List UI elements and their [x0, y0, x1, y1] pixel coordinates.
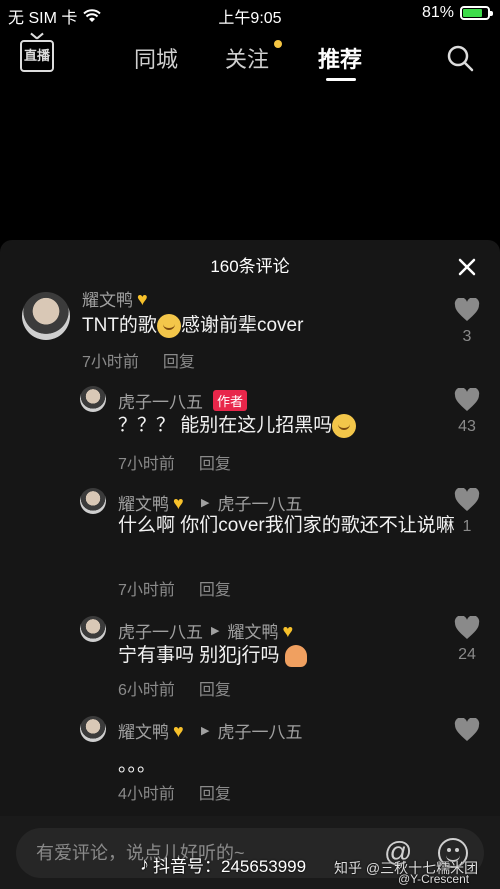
comments-count-title: 160条评论: [210, 257, 290, 276]
comment-time: 7小时前: [118, 456, 175, 473]
comment-time: 4小时前: [118, 786, 175, 803]
reply-arrow-icon: ▶: [201, 497, 210, 509]
comment-time: 6小时前: [118, 682, 175, 699]
comment-text-part: TNT的歌: [82, 315, 157, 336]
avatar[interactable]: [80, 386, 106, 412]
like-count: 3: [462, 328, 472, 345]
comments-header: 160条评论: [0, 240, 500, 294]
douyin-id: 抖音号：245653999: [153, 857, 307, 876]
comment-text-part: 宁有事吗 别犯j行吗: [118, 645, 280, 666]
comment-meta: 6小时前 回复: [118, 676, 231, 700]
comment-username[interactable]: 虎子一八五 作者: [118, 388, 248, 413]
yellow-heart-icon: ♥: [173, 720, 184, 741]
username-text: 耀文鸭: [118, 723, 169, 742]
comment-text: ？？？ 能别在这儿招黑吗: [118, 412, 458, 440]
tab-recommend[interactable]: 推荐: [318, 42, 362, 74]
top-nav: 直播 同城 关注 推荐: [0, 36, 500, 86]
heart-icon: [454, 298, 480, 321]
status-bar: 无 SIM 卡 上午9:05 81%: [0, 0, 500, 28]
comment-text: 什么啊 你们cover我们家的歌还不让说嘛: [118, 515, 455, 536]
flushed-face-icon: [332, 413, 357, 438]
comment-username[interactable]: 虎子一八五 ▶ 耀文鸭 ♥: [118, 618, 302, 643]
avatar[interactable]: [80, 488, 106, 514]
comment-time: 7小时前: [118, 582, 175, 599]
status-right: 81%: [421, 4, 493, 22]
comment-meta: 7小时前 回复: [118, 576, 231, 600]
avatar[interactable]: [80, 716, 106, 742]
live-label: 直播: [23, 48, 50, 63]
comment-text: TNT的歌 感谢前辈cover: [82, 312, 422, 340]
comment-text-part: 感谢前辈cover: [180, 315, 304, 336]
like-button[interactable]: 24: [452, 616, 482, 664]
yellow-heart-icon: ♥: [282, 620, 294, 641]
reply-button[interactable]: 回复: [199, 576, 231, 600]
like-button[interactable]: [452, 718, 482, 742]
comment-username[interactable]: 耀文鸭 ♥: [82, 286, 157, 311]
comments-sheet: 160条评论 耀文鸭 ♥ TNT的歌 感谢前辈cover 7小时前 回复 3 虎…: [0, 240, 500, 889]
username-text: 耀文鸭: [82, 291, 133, 310]
comment-meta: 4小时前 回复: [118, 780, 231, 804]
heart-icon: [454, 388, 480, 411]
douyin-logo-icon: ♪: [140, 854, 149, 874]
like-button[interactable]: 1: [452, 488, 482, 536]
reply-arrow-icon: ▶: [211, 625, 220, 637]
like-count: 43: [458, 418, 476, 435]
weibo-watermark: @Y-Crescent: [398, 872, 470, 886]
heart-icon: [454, 616, 480, 639]
reply-button[interactable]: 回复: [199, 450, 231, 474]
like-button[interactable]: 3: [452, 298, 482, 346]
like-count: 24: [458, 646, 476, 663]
reply-to-username[interactable]: 虎子一八五: [217, 718, 302, 743]
battery-percent: 81%: [421, 4, 454, 21]
comment-text-part: ？？？ 能别在这儿招黑吗: [118, 415, 333, 436]
folded-hands-icon: [284, 644, 307, 667]
comment-username[interactable]: 耀文鸭 ♥ ▶ 虎子一八五: [118, 718, 302, 743]
active-tab-indicator: [326, 78, 356, 81]
tab-following[interactable]: 关注: [225, 42, 269, 74]
username-text: 虎子一八五: [118, 623, 203, 642]
comment-meta: 7小时前 回复: [118, 450, 231, 474]
tab-local[interactable]: 同城: [134, 42, 178, 74]
reply-button[interactable]: 回复: [199, 676, 231, 700]
heart-icon: [454, 718, 480, 741]
comment-text: 。。。: [118, 755, 157, 776]
author-badge: 作者: [213, 390, 248, 411]
username-text: 虎子一八五: [118, 393, 203, 412]
live-tv-icon[interactable]: 直播: [20, 40, 54, 72]
notification-dot: [274, 40, 282, 48]
comment-meta: 7小时前 回复: [82, 348, 195, 372]
reply-button[interactable]: 回复: [199, 780, 231, 804]
reply-arrow-icon: ▶: [201, 725, 210, 737]
avatar[interactable]: [80, 616, 106, 642]
like-button[interactable]: 43: [452, 388, 482, 436]
reply-to-username[interactable]: 耀文鸭: [227, 618, 278, 643]
close-icon[interactable]: [456, 256, 478, 278]
like-count: 1: [462, 518, 472, 535]
pleading-face-icon: [156, 313, 181, 338]
yellow-heart-icon: ♥: [137, 288, 148, 309]
yellow-heart-icon: ♥: [173, 492, 184, 513]
comment-time: 7小时前: [82, 354, 139, 371]
avatar[interactable]: [22, 292, 70, 340]
comment-text: 宁有事吗 别犯j行吗: [118, 642, 458, 670]
battery-fill: [463, 9, 483, 17]
reply-button[interactable]: 回复: [163, 348, 195, 372]
search-icon[interactable]: [446, 44, 474, 72]
heart-icon: [454, 488, 480, 511]
douyin-watermark: ♪ 抖音号：245653999: [140, 852, 306, 877]
battery-icon: [460, 6, 493, 20]
